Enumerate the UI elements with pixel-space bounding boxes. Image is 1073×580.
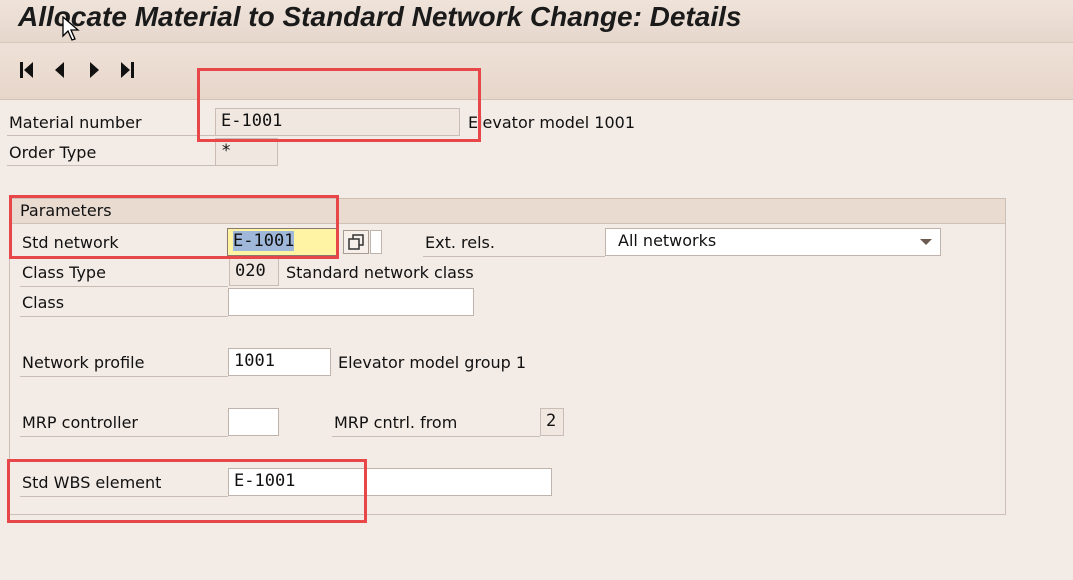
page-title: Allocate Material to Standard Network Ch… xyxy=(18,1,742,32)
ext-rels-dropdown[interactable]: All networks xyxy=(605,228,941,256)
dropdown-arrow-icon xyxy=(920,239,932,245)
network-profile-label: Network profile xyxy=(22,353,145,372)
ext-rels-value: All networks xyxy=(618,231,717,250)
order-type-field[interactable]: * xyxy=(215,138,278,166)
std-network-extra-field[interactable] xyxy=(370,230,382,254)
class-label: Class xyxy=(22,293,65,312)
label-underline xyxy=(20,376,228,377)
class-type-field[interactable]: 020 xyxy=(229,258,279,286)
network-profile-field[interactable]: 1001 xyxy=(228,348,331,376)
title-bar: Allocate Material to Standard Network Ch… xyxy=(0,0,1073,43)
copy-button[interactable] xyxy=(343,230,369,254)
class-field[interactable] xyxy=(228,288,474,316)
label-underline xyxy=(20,436,228,437)
std-network-label: Std network xyxy=(22,233,119,252)
std-network-field[interactable]: E-1001 xyxy=(227,228,337,256)
first-page-icon[interactable] xyxy=(17,57,37,83)
ext-rels-label: Ext. rels. xyxy=(425,233,495,252)
next-page-icon[interactable] xyxy=(85,57,105,83)
mrp-cntrl-from-label: MRP cntrl. from xyxy=(334,413,458,432)
previous-page-icon[interactable] xyxy=(49,57,69,83)
toolbar xyxy=(0,43,1073,100)
parameters-group-header: Parameters xyxy=(10,199,1005,224)
material-number-label: Material number xyxy=(9,113,142,132)
label-underline xyxy=(423,256,605,257)
mrp-controller-field[interactable] xyxy=(228,408,279,436)
copy-icon xyxy=(348,234,364,250)
label-underline xyxy=(20,496,228,497)
mouse-cursor-icon xyxy=(62,16,80,41)
label-underline xyxy=(20,256,228,257)
label-underline xyxy=(7,135,215,136)
last-page-icon[interactable] xyxy=(117,57,137,83)
label-underline xyxy=(7,165,215,166)
mrp-controller-label: MRP controller xyxy=(22,413,138,432)
order-type-label: Order Type xyxy=(9,143,97,162)
std-wbs-element-field[interactable]: E-1001 xyxy=(228,468,552,496)
material-description: Elevator model 1001 xyxy=(468,113,636,132)
parameters-title: Parameters xyxy=(20,201,112,220)
class-type-description: Standard network class xyxy=(286,263,474,282)
mrp-cntrl-from-field[interactable]: 2 xyxy=(540,408,564,436)
std-wbs-element-label: Std WBS element xyxy=(22,473,162,492)
label-underline xyxy=(20,286,228,287)
material-number-field[interactable]: E-1001 xyxy=(215,108,460,136)
std-network-value: E-1001 xyxy=(233,231,295,251)
label-underline xyxy=(332,436,540,437)
label-underline xyxy=(20,316,228,317)
class-type-label: Class Type xyxy=(22,263,106,282)
network-profile-description: Elevator model group 1 xyxy=(338,353,527,372)
